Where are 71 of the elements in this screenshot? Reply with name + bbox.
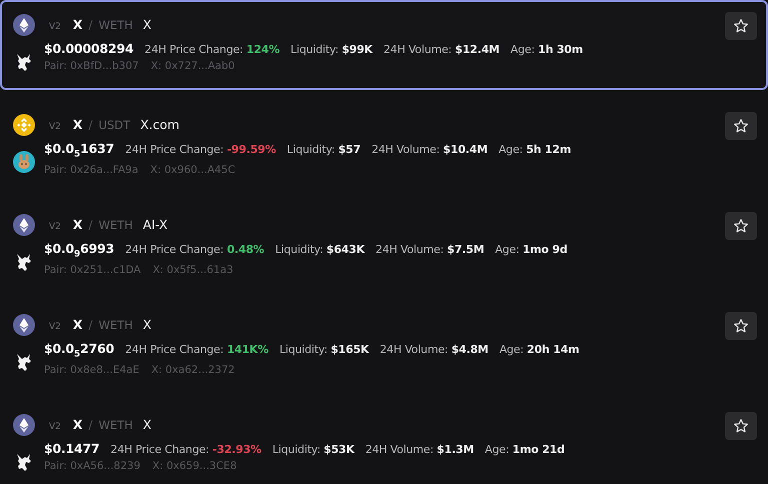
liquidity-stat: Liquidity: $99K xyxy=(290,43,372,56)
favorite-button[interactable] xyxy=(725,112,757,140)
star-icon xyxy=(733,118,749,134)
pair-address: Pair: 0x8e8...E4aE xyxy=(44,364,140,376)
token-address: X: 0xa62...2372 xyxy=(151,364,235,376)
price-value: $0.0$_{5}$1637 xyxy=(44,141,114,160)
quote-token: WETH xyxy=(98,318,133,332)
star-icon xyxy=(733,418,749,434)
volume-stat: 24H Volume: $12.4M xyxy=(384,43,500,56)
favorite-button[interactable] xyxy=(725,312,757,340)
version-label: V2 xyxy=(49,22,61,32)
quote-token: USDT xyxy=(98,118,130,132)
volume-stat: 24H Volume: $4.8M xyxy=(380,343,488,356)
version-label: V2 xyxy=(49,222,61,232)
liquidity-stat: Liquidity: $643K xyxy=(275,243,365,256)
base-token: X xyxy=(72,317,83,332)
price-change-stat: 24H Price Change: 141K% xyxy=(125,343,268,356)
quote-token: WETH xyxy=(98,18,133,32)
price-value: $0.00008294 xyxy=(44,41,134,56)
token-address: X: 0x5f5...61a3 xyxy=(152,264,234,276)
price-change-stat: 24H Price Change: 124% xyxy=(144,43,280,56)
price-change-stat: 24H Price Change: 0.48% xyxy=(125,243,264,256)
favorite-button[interactable] xyxy=(725,412,757,440)
price-value: $0.0$_{5}$2760 xyxy=(44,341,114,360)
liquidity-stat: Liquidity: $165K xyxy=(279,343,369,356)
price-value: $0.0$_{9}$6993 xyxy=(44,241,114,260)
liquidity-stat: Liquidity: $57 xyxy=(286,143,361,156)
age-stat: Age: 1h 30m xyxy=(510,43,583,56)
pair-slash: / xyxy=(88,118,93,132)
pair-address: Pair: 0xA56...8239 xyxy=(44,460,140,472)
price-change-stat: 24H Price Change: -99.59% xyxy=(125,143,276,156)
price-value: $0.1477 xyxy=(44,441,100,456)
quote-token: WETH xyxy=(98,418,133,432)
pair-card[interactable]: V2 X / WETH X $0.00008294 24H Price Change: 124% Liquidity: $99K 24H Volume: $12.4M Age: 1h 30m Pair: 0xBfD...b307 X: 0x727...Aab0 xyxy=(0,0,768,90)
base-token: X xyxy=(72,117,83,132)
token-name: AI-X xyxy=(142,217,168,232)
star-icon xyxy=(733,18,749,34)
base-token: X xyxy=(72,217,83,232)
token-name: X xyxy=(142,317,152,332)
age-stat: Age: 1mo 9d xyxy=(495,243,568,256)
liquidity-stat: Liquidity: $53K xyxy=(272,443,354,456)
token-address: X: 0x960...A45C xyxy=(150,164,236,176)
pair-address: Pair: 0x251...c1DA xyxy=(44,264,141,276)
price-change-stat: 24H Price Change: -32.93% xyxy=(110,443,262,456)
star-icon xyxy=(733,218,749,234)
volume-stat: 24H Volume: $10.4M xyxy=(372,143,488,156)
favorite-button[interactable] xyxy=(725,212,757,240)
base-token: X xyxy=(72,17,83,32)
token-name: X.com xyxy=(140,117,180,132)
star-icon xyxy=(733,318,749,334)
pair-slash: / xyxy=(88,218,93,232)
token-address: X: 0x659...3CE8 xyxy=(152,460,237,472)
pair-address: Pair: 0x26a...FA9a xyxy=(44,164,138,176)
age-stat: Age: 20h 14m xyxy=(499,343,580,356)
base-token: X xyxy=(72,417,83,432)
pair-address: Pair: 0xBfD...b307 xyxy=(44,60,139,72)
token-name: X xyxy=(142,17,152,32)
age-stat: Age: 5h 12m xyxy=(498,143,571,156)
age-stat: Age: 1mo 21d xyxy=(484,443,565,456)
version-label: V2 xyxy=(49,322,61,332)
version-label: V2 xyxy=(49,122,61,132)
pair-slash: / xyxy=(88,18,93,32)
quote-token: WETH xyxy=(98,218,133,232)
volume-stat: 24H Volume: $1.3M xyxy=(365,443,474,456)
version-label: V2 xyxy=(49,422,61,432)
token-address: X: 0x727...Aab0 xyxy=(150,60,235,72)
favorite-button[interactable] xyxy=(725,12,757,40)
pair-slash: / xyxy=(88,418,93,432)
token-name: X xyxy=(142,417,152,432)
volume-stat: 24H Volume: $7.5M xyxy=(376,243,484,256)
pair-slash: / xyxy=(88,318,93,332)
